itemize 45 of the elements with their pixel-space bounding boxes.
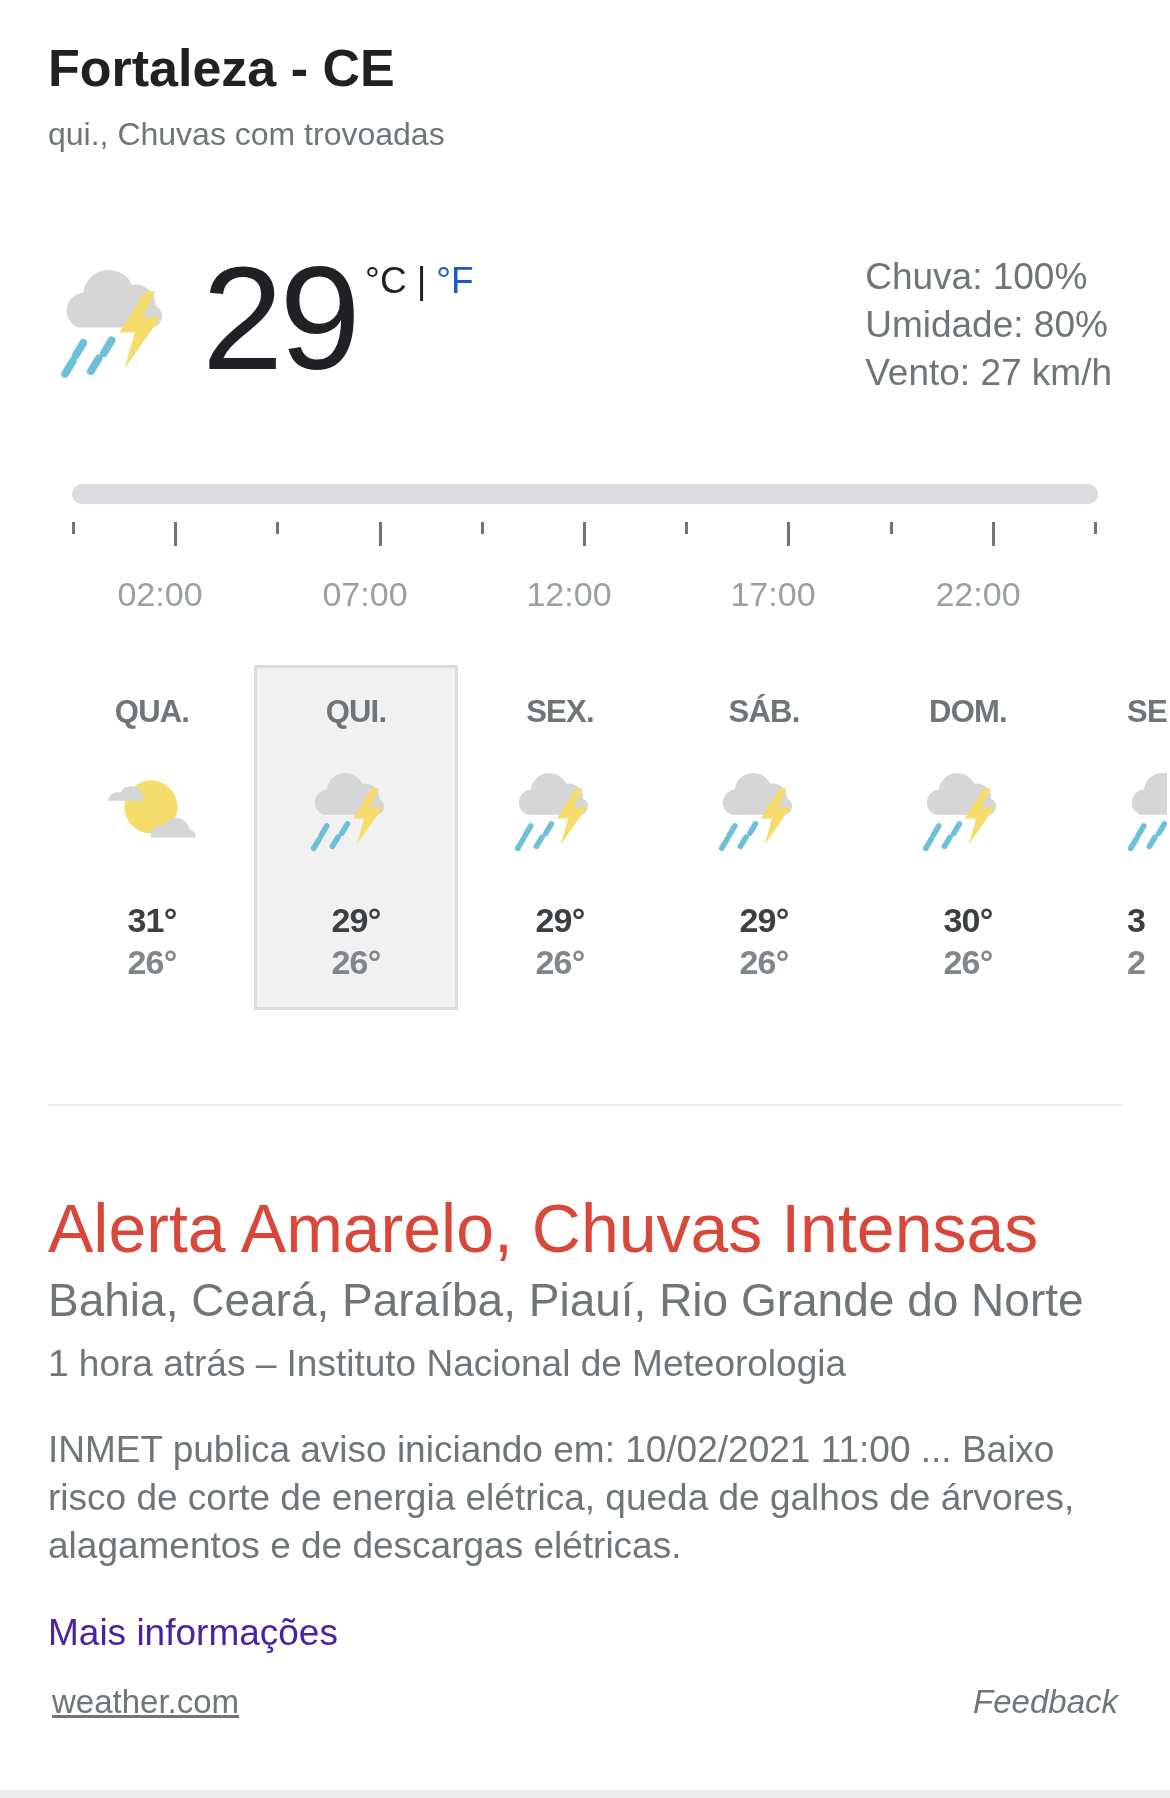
weather-detail: Vento: 27 km/h bbox=[865, 351, 1112, 395]
temperature: 29 bbox=[202, 259, 358, 389]
alert-description: INMET publica aviso iniciando em: 10/02/2021 11:00 ... Baixo risco de corte de energia elétrica, queda de galhos de árvores, alagamentos e de descargas elétricas. bbox=[48, 1428, 1076, 1568]
unit-separator: | bbox=[416, 259, 427, 303]
day-card[interactable]: DOM. 30° 26° bbox=[866, 665, 1070, 1010]
source-link[interactable]: weather.com bbox=[52, 1682, 240, 1722]
high-temperature: 29° bbox=[739, 900, 789, 941]
low-temperature: 2 bbox=[1127, 942, 1146, 983]
day-card[interactable]: QUA. 31° 26° bbox=[50, 665, 254, 1010]
day-card[interactable]: SE 3 2 bbox=[1070, 665, 1170, 1010]
weather-detail: Umidade: 80% bbox=[865, 303, 1109, 347]
alert-title: Alerta Amarelo, Chuvas Intensas bbox=[48, 1192, 1040, 1264]
day-label: DOM. bbox=[929, 693, 1007, 731]
more-info-link[interactable]: Mais informações bbox=[48, 1609, 338, 1657]
day-label: SÁB. bbox=[728, 693, 800, 731]
condition-subtitle: qui., Chuvas com trovoadas bbox=[48, 115, 446, 154]
day-label: SEX. bbox=[526, 693, 594, 731]
alert-source: 1 hora atrás – Instituto Nacional de Meteorologia bbox=[48, 1342, 848, 1386]
high-temperature: 3 bbox=[1127, 900, 1146, 941]
weather-detail: Chuva: 100% bbox=[865, 255, 1089, 299]
unit-link[interactable]: °F bbox=[436, 259, 474, 303]
day-card[interactable]: QUI. 29° 26° bbox=[254, 665, 458, 1010]
low-temperature: 26° bbox=[535, 942, 585, 983]
low-temperature: 26° bbox=[127, 942, 177, 983]
low-temperature: 26° bbox=[739, 942, 789, 983]
time-label: 22:00 bbox=[934, 574, 1022, 614]
location-title: Fortaleza - CE bbox=[48, 38, 396, 99]
feedback-link[interactable]: Feedback bbox=[973, 1682, 1118, 1722]
high-temperature: 30° bbox=[943, 900, 993, 941]
high-temperature: 29° bbox=[331, 900, 381, 941]
low-temperature: 26° bbox=[331, 942, 381, 983]
day-label: QUA. bbox=[114, 693, 190, 731]
high-temperature: 29° bbox=[535, 900, 585, 941]
day-label: QUI. bbox=[325, 693, 387, 731]
alert-regions: Bahia, Ceará, Paraíba, Piauí, Rio Grande do Norte bbox=[48, 1273, 1085, 1328]
low-temperature: 26° bbox=[943, 942, 993, 983]
day-label: SE bbox=[1127, 693, 1167, 731]
time-label: 17:00 bbox=[729, 574, 817, 614]
time-label: 07:00 bbox=[321, 574, 409, 614]
unit-label: °C bbox=[365, 259, 407, 303]
time-label: 12:00 bbox=[525, 574, 613, 614]
day-card[interactable]: SEX. 29° 26° bbox=[458, 665, 662, 1010]
day-card[interactable]: SÁB. 29° 26° bbox=[662, 665, 866, 1010]
time-label: 02:00 bbox=[116, 574, 204, 614]
high-temperature: 31° bbox=[127, 900, 177, 941]
